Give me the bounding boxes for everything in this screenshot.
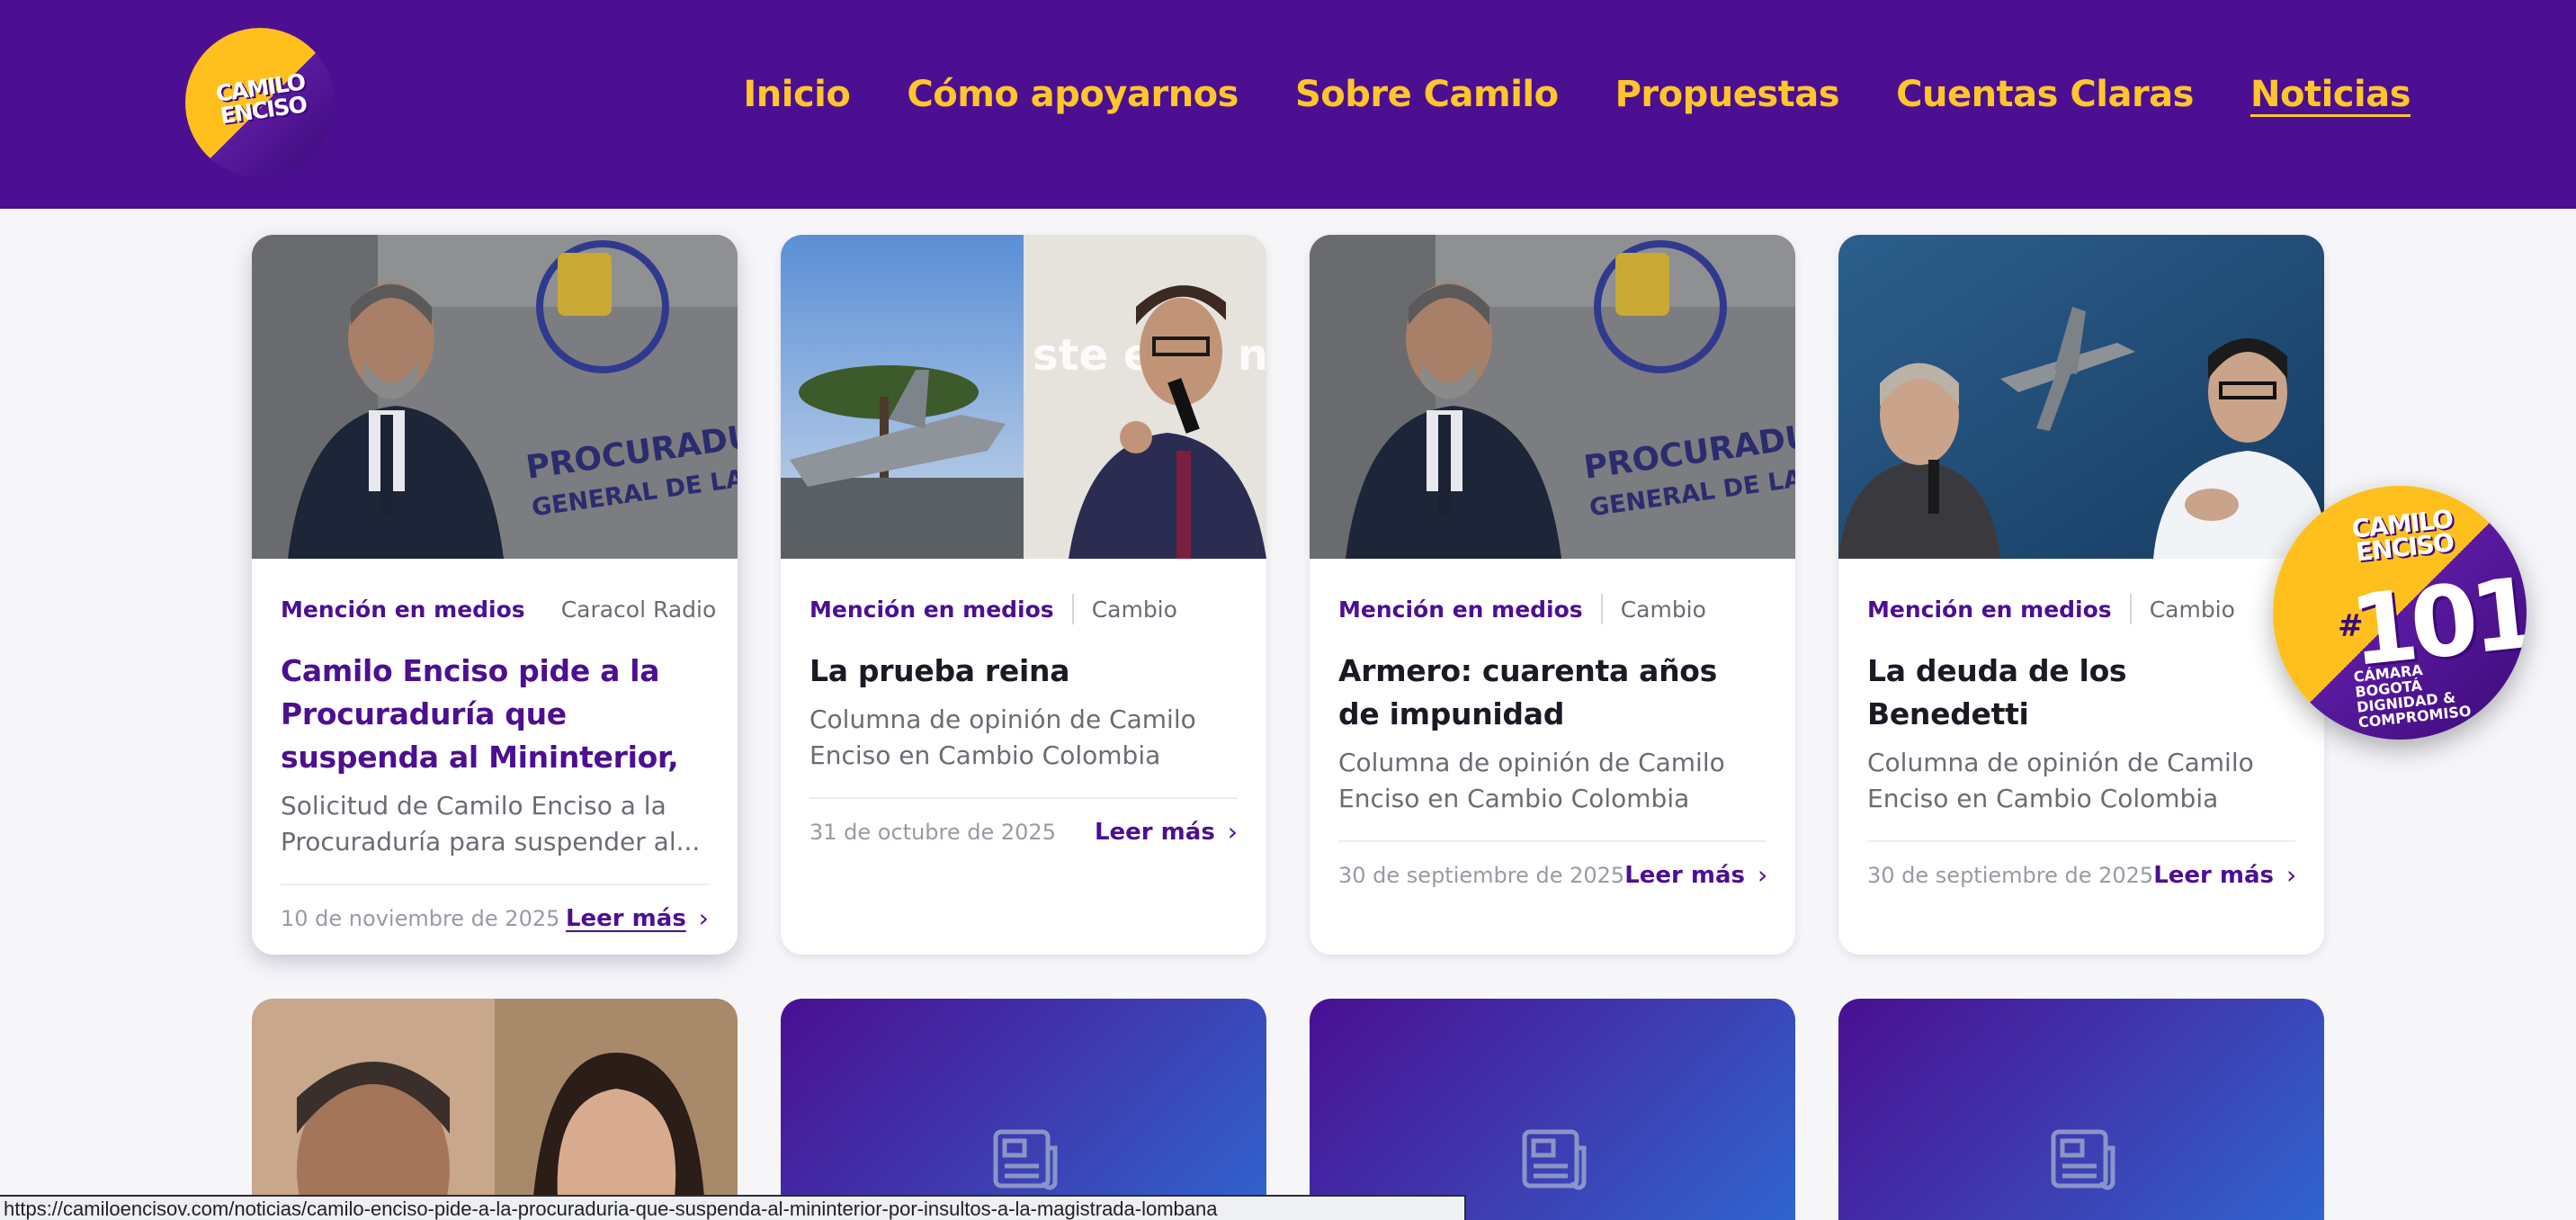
- read-more-label: Leer más: [1624, 861, 1746, 889]
- link-status-bar: https://camiloencisov.com/noticias/camil…: [0, 1195, 1466, 1220]
- badge-subtitle: CÁMARA BOGOTÁ DIGNIDAD & COMPROMISO: [2352, 660, 2473, 731]
- read-more-label: Leer más: [1094, 818, 1215, 846]
- card-title[interactable]: La prueba reina: [809, 650, 1238, 693]
- news-card[interactable]: [252, 999, 738, 1220]
- card-photo: [1838, 235, 2324, 559]
- nav-como-apoyarnos[interactable]: Cómo apoyarnos: [907, 74, 1239, 115]
- card-date: 31 de octubre de 2025: [809, 819, 1056, 845]
- card-title[interactable]: Camilo Enciso pide a la Procuraduría que…: [281, 650, 709, 779]
- card-photo: ste es e na rru: [781, 235, 1266, 559]
- chevron-right-icon: ›: [1227, 817, 1238, 847]
- chevron-right-icon: ›: [698, 903, 709, 933]
- site-logo[interactable]: CAMILO ENCISO: [185, 28, 335, 177]
- logo-text: CAMILO ENCISO: [214, 68, 309, 130]
- news-card[interactable]: PROCURADURIA GENERAL DE LA NACION Menció…: [1310, 235, 1795, 955]
- nav-inicio[interactable]: Inicio: [743, 74, 850, 115]
- card-image[interactable]: PROCURADURIA GENERAL DE LA NACION: [252, 235, 738, 559]
- nav-propuestas[interactable]: Propuestas: [1615, 74, 1840, 115]
- news-card-placeholder[interactable]: [1310, 999, 1795, 1220]
- card-image[interactable]: ste es e na rru: [781, 235, 1266, 559]
- card-meta: Mención en medios Caracol Radio: [281, 595, 716, 623]
- meta-divider: [2129, 594, 2132, 624]
- main-nav: Inicio Cómo apoyarnos Sobre Camilo Propu…: [743, 74, 2411, 115]
- newspaper-icon: [1522, 1129, 1587, 1190]
- news-card[interactable]: PROCURADURIA GENERAL DE LA NACION Menció…: [252, 235, 738, 955]
- card-meta: Mención en medios Cambio: [1338, 594, 1767, 624]
- card-footer: 30 de septiembre de 2025 Leer más ›: [1867, 840, 2296, 890]
- category-label: Mención en medios: [281, 596, 525, 623]
- badge-name: CAMILO ENCISO: [2350, 504, 2455, 568]
- card-image[interactable]: PROCURADURIA GENERAL DE LA NACION: [1310, 235, 1795, 559]
- meta-divider: [1071, 594, 1074, 624]
- nav-noticias[interactable]: Noticias: [2250, 74, 2411, 115]
- card-date: 30 de septiembre de 2025: [1867, 862, 2154, 888]
- card-image[interactable]: [1838, 235, 2324, 559]
- card-meta: Mención en medios Cambio: [809, 594, 1238, 624]
- news-card[interactable]: ste es e na rru Mención en medios Cambio…: [781, 235, 1266, 955]
- card-footer: 31 de octubre de 2025 Leer más ›: [809, 797, 1238, 847]
- card-photo: PROCURADURIA GENERAL DE LA NACION: [252, 235, 738, 559]
- source-label: Cambio: [1620, 596, 1706, 623]
- card-meta: Mención en medios Cambio: [1867, 594, 2295, 624]
- chevron-right-icon: ›: [1758, 860, 1768, 890]
- card-photo: PROCURADURIA GENERAL DE LA NACION: [1310, 235, 1795, 559]
- card-photo: [252, 999, 738, 1220]
- news-card-placeholder[interactable]: [1838, 999, 2324, 1220]
- card-description: Columna de opinión de Camilo Enciso en C…: [1338, 748, 1725, 813]
- read-more-label: Leer más: [565, 904, 686, 932]
- chevron-right-icon: ›: [2286, 860, 2297, 890]
- source-label: Cambio: [1091, 596, 1177, 623]
- card-footer: 10 de noviembre de 2025 Leer más ›: [281, 884, 709, 933]
- card-title[interactable]: La deuda de los Benedetti: [1867, 650, 2295, 736]
- read-more-link[interactable]: Leer más ›: [1624, 860, 1767, 890]
- site-header: CAMILO ENCISO Inicio Cómo apoyarnos Sobr…: [0, 0, 2576, 209]
- read-more-link[interactable]: Leer más ›: [566, 903, 709, 933]
- source-label: Cambio: [2149, 596, 2235, 623]
- card-description: Solicitud de Camilo Enciso a la Procurad…: [281, 791, 701, 857]
- news-card[interactable]: Mención en medios Cambio La deuda de los…: [1838, 235, 2324, 955]
- card-title[interactable]: Armero: cuarenta años de impunidad: [1338, 650, 1767, 736]
- source-label: Caracol Radio: [560, 596, 717, 623]
- read-more-link[interactable]: Leer más ›: [1095, 817, 1238, 847]
- card-date: 30 de septiembre de 2025: [1338, 862, 1625, 888]
- campaign-badge[interactable]: CAMILO ENCISO # 101 CÁMARA BOGOTÁ DIGNID…: [2273, 486, 2527, 740]
- read-more-label: Leer más: [2153, 861, 2275, 889]
- category-label: Mención en medios: [1338, 596, 1583, 623]
- card-footer: 30 de septiembre de 2025 Leer más ›: [1338, 840, 1767, 890]
- read-more-link[interactable]: Leer más ›: [2153, 860, 2296, 890]
- card-description: Columna de opinión de Camilo Enciso en C…: [809, 704, 1196, 770]
- category-label: Mención en medios: [809, 596, 1054, 623]
- newspaper-icon: [2051, 1129, 2115, 1190]
- newspaper-icon: [993, 1129, 1058, 1190]
- meta-divider: [1600, 594, 1603, 624]
- category-label: Mención en medios: [1867, 596, 2112, 623]
- nav-sobre-camilo[interactable]: Sobre Camilo: [1295, 74, 1559, 115]
- nav-cuentas-claras[interactable]: Cuentas Claras: [1896, 74, 2194, 115]
- card-date: 10 de noviembre de 2025: [281, 905, 560, 931]
- card-description: Columna de opinión de Camilo Enciso en C…: [1867, 748, 2254, 813]
- news-card-placeholder[interactable]: [781, 999, 1266, 1220]
